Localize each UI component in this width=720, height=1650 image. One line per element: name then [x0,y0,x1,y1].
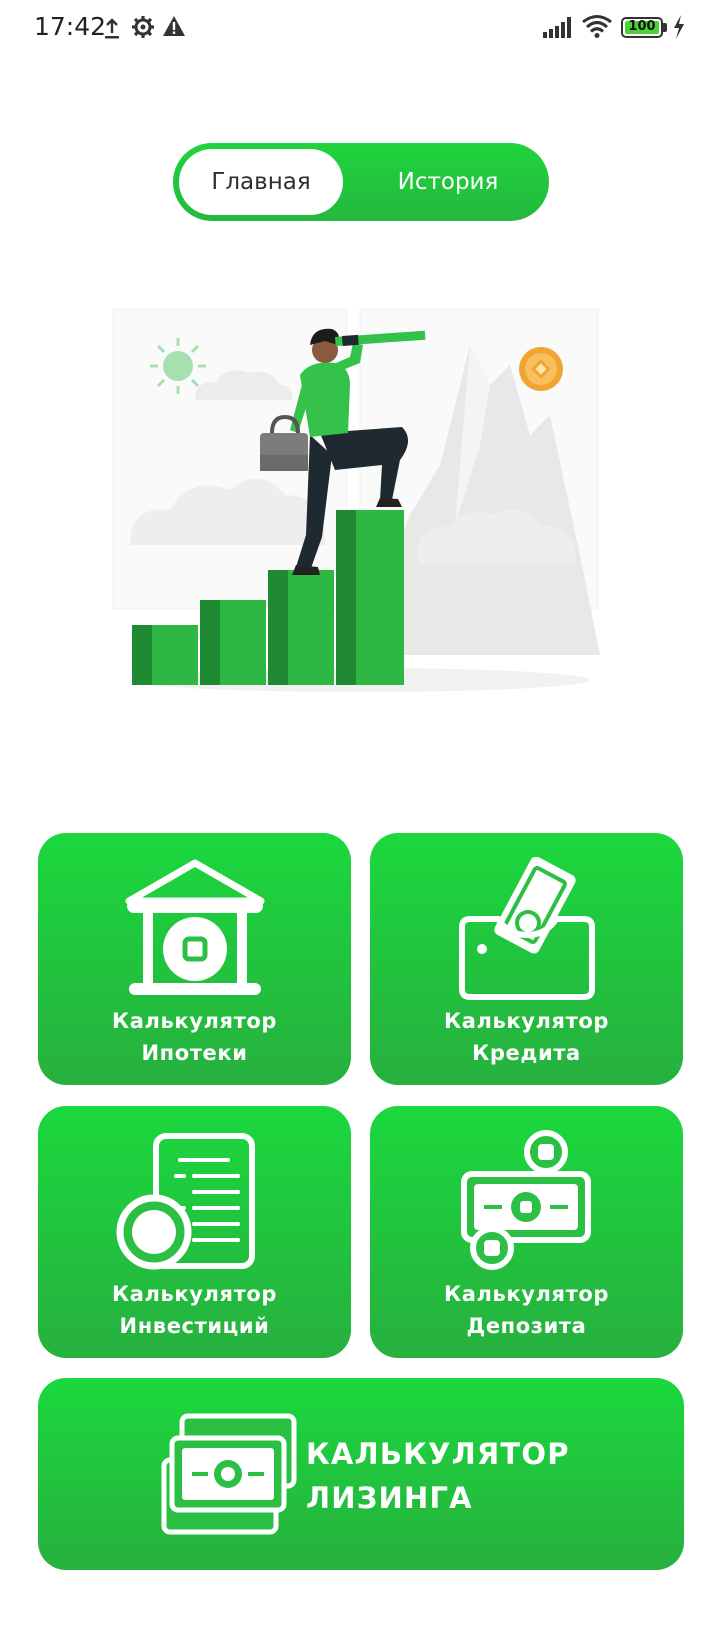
tab-main[interactable]: Главная [179,149,343,215]
document-coin-icon [116,1133,255,1270]
card-title-line1: Калькулятор [111,1009,278,1033]
leasing-title-line1: КАЛЬКУЛЯТОР [306,1437,570,1471]
card-title-line1: Калькулятор [111,1282,278,1306]
leasing-title-line2: ЛИЗИНГА [306,1481,473,1515]
tab-history[interactable]: История [353,149,543,215]
leasing-calculator-card[interactable]: КАЛЬКУЛЯТОР ЛИЗИНГА [38,1378,684,1570]
card-title-line2: Инвестиций [119,1314,270,1338]
investment-calculator-card[interactable]: Калькулятор Инвестиций [38,1106,351,1358]
mortgage-calculator-card[interactable]: Калькулятор Ипотеки [38,833,351,1085]
card-title-line2: Кредита [472,1041,581,1065]
credit-calculator-card[interactable]: Калькулятор Кредита [370,833,683,1085]
upload-icon [105,18,119,39]
card-title-line1: Калькулятор [443,1009,610,1033]
warning-icon [163,16,185,36]
settings-gear-icon [132,16,154,38]
bank-building-icon [125,859,265,995]
wallet-money-icon [459,857,595,1000]
signal-icon [543,17,571,38]
card-title-line2: Ипотеки [141,1041,248,1065]
card-title-line1: Калькулятор [443,1282,610,1306]
banknote-coins-icon [461,1130,591,1270]
charging-bolt-icon [674,15,684,39]
tab-switcher: Главная История [173,143,549,221]
hero-illustration [112,308,600,692]
battery-tip [663,23,667,32]
banknotes-stack-icon [161,1413,297,1535]
card-title-line2: Депозита [466,1314,587,1338]
deposit-calculator-card[interactable]: Калькулятор Депозита [370,1106,683,1358]
battery-level: 100 [628,19,656,34]
battery-icon: 100 [621,17,663,38]
wifi-icon [582,15,612,38]
status-time: 17:42 [34,12,107,41]
status-bar: 17:42 100 [0,0,720,56]
